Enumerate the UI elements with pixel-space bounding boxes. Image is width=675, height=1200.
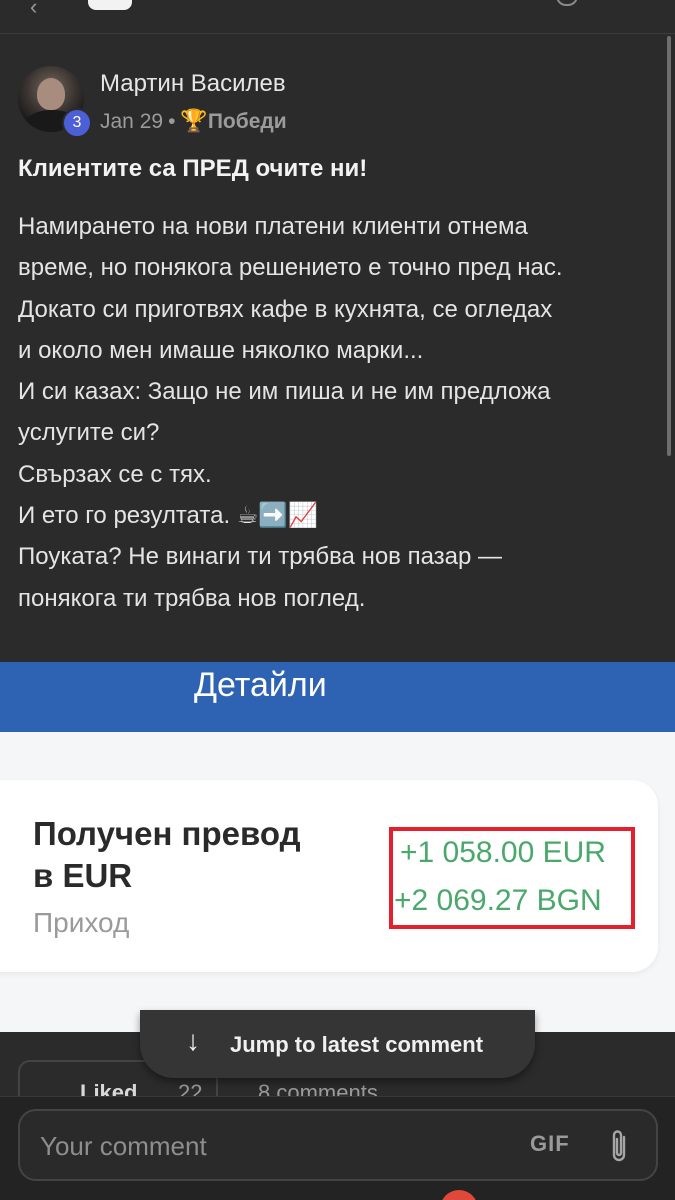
jump-to-latest-comment-button[interactable]: ↓ Jump to latest comment (140, 1010, 535, 1078)
post-category[interactable]: Победи (208, 110, 287, 133)
banking-header-title: Детайли (194, 666, 327, 704)
post-body-line: И ето го резултата. ☕➡️📈 (18, 502, 319, 530)
post-body-line: понякога ти трябва нов поглед. (18, 584, 366, 612)
avatar-face (37, 78, 65, 110)
post-attached-image[interactable]: Детайли Получен превод в EUR Приход +1 0… (0, 662, 675, 1032)
amount-eur: +1 058.00 EUR (400, 836, 606, 869)
post-body-line: Поуката? Не винаги ти трябва нов пазар — (18, 543, 503, 571)
post-body-line: време, но понякога решението е точно пре… (18, 254, 563, 282)
meta-separator: • (168, 110, 176, 133)
amount-bgn: +2 069.27 BGN (394, 884, 602, 917)
comment-bar: GIF (0, 1096, 675, 1200)
post-body: Намирането на нови платени клиенти отнем… (18, 206, 658, 619)
post-body-line: Намирането на нови платени клиенти отнем… (18, 213, 528, 240)
banking-app-header: Детайли (0, 662, 675, 732)
post-body-line: услугите си? (18, 419, 160, 447)
author-name[interactable]: Мартин Василев (100, 70, 286, 98)
back-arrow-icon[interactable]: ‹ (30, 0, 37, 20)
level-badge: 3 (62, 108, 92, 138)
paperclip-icon[interactable] (608, 1127, 630, 1165)
post-header: 3 Мартин Василев Jan 29 • 🏆Победи (18, 66, 658, 138)
post-title: Клиентите са ПРЕД очите ни! (18, 155, 368, 182)
scrollbar[interactable] (667, 36, 671, 456)
comment-input[interactable] (40, 1129, 460, 1163)
post-body-line: Свързах се с тях. (18, 460, 212, 488)
post-meta: Jan 29 • 🏆Победи (100, 108, 287, 134)
top-app-bar: ‹ (0, 0, 675, 34)
jump-label: Jump to latest comment (230, 1032, 484, 1057)
notification-bell-icon[interactable] (556, 0, 578, 6)
transaction-title-currency: в EUR (33, 857, 133, 894)
gif-button[interactable]: GIF (530, 1131, 570, 1157)
comment-box: GIF (18, 1109, 658, 1181)
post-date: Jan 29 (100, 110, 164, 133)
arrow-down-icon: ↓ (186, 1025, 200, 1056)
trophy-icon: 🏆 (180, 108, 208, 133)
post-body-line: и около мен имаше няколко марки... (18, 336, 424, 364)
post-body-line: И си казах: Защо не им пиша и не им пред… (18, 378, 551, 406)
community-logo[interactable] (88, 0, 132, 10)
post-body-line: Докато си приготвях кафе в кухнята, се о… (18, 295, 553, 323)
transaction-title: Получен превод (33, 815, 301, 852)
transaction-type: Приход (33, 907, 130, 938)
